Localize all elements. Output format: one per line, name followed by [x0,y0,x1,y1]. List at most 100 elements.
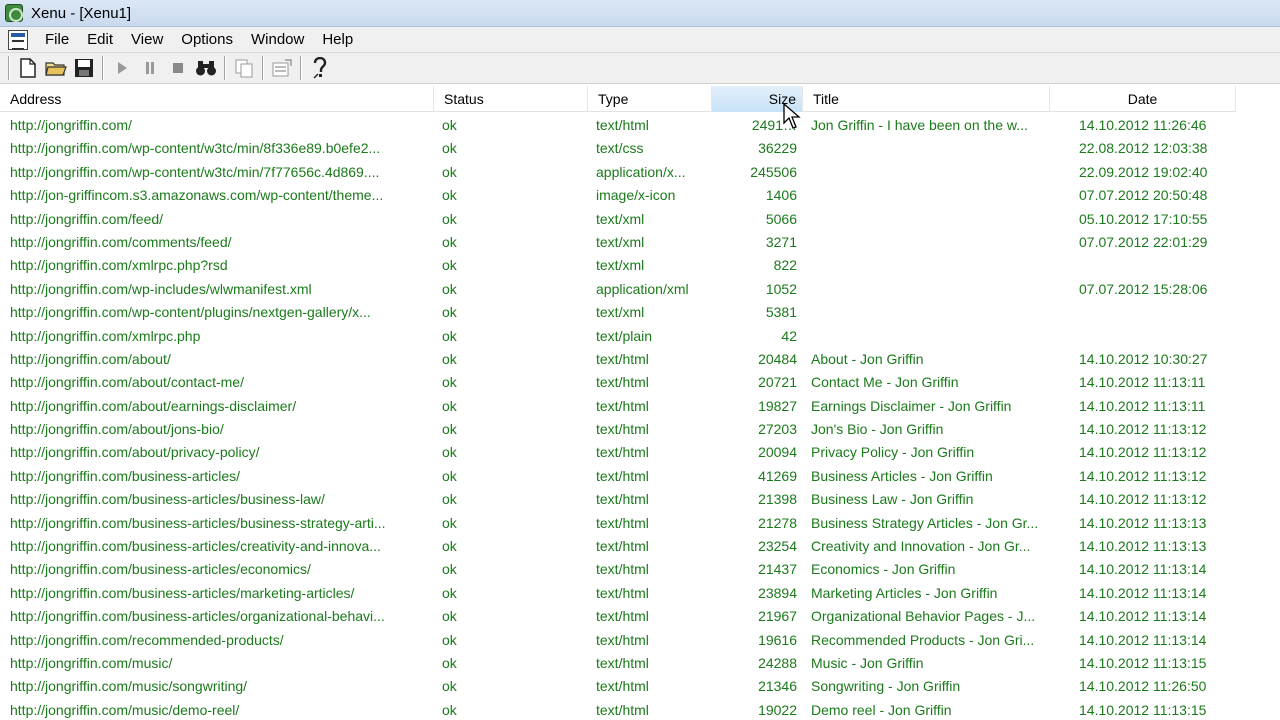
document-window-icon[interactable] [8,29,28,50]
menu-window[interactable]: Window [242,27,313,52]
table-row[interactable]: http://jongriffin.com/business-articles/… [0,535,1280,558]
cell-type: text/html [596,491,649,508]
cell-date: 07.07.2012 22:01:29 [1079,233,1208,250]
cell-address: http://jongriffin.com/wp-content/w3tc/mi… [10,163,380,180]
menu-edit[interactable]: Edit [78,27,122,52]
table-row[interactable]: http://jongriffin.com/wp-content/w3tc/mi… [0,161,1280,184]
mouse-pointer-icon [783,103,801,129]
copy-icon [235,59,253,78]
play-icon [118,62,127,74]
cell-type: text/html [596,397,649,414]
table-row[interactable]: http://jongriffin.com/about/ok text/html 2… [0,348,1280,371]
save-button[interactable] [71,55,97,81]
cell-size: 24288 [758,654,797,671]
table-row[interactable]: http://jongriffin.com/ok text/html 2491… Jo… [0,114,1280,137]
cell-date: 14.10.2012 11:13:15 [1079,701,1207,718]
table-row[interactable]: http://jongriffin.com/business-articles/… [0,605,1280,628]
find-binoculars-icon [196,61,216,76]
cell-status: ok [442,421,457,438]
cell-title [811,161,1051,184]
cell-size: 23254 [758,538,797,555]
copy-button[interactable] [231,55,257,81]
cell-address: http://jon-griffincom.s3.amazonaws.com/w… [10,187,384,204]
table-row[interactable]: http://jongriffin.com/about/privacy-poli… [0,441,1280,464]
menu-file[interactable]: File [36,27,78,52]
table-row[interactable]: http://jongriffin.com/business-articles/… [0,465,1280,488]
menu-options[interactable]: Options [172,27,242,52]
cell-size: 21437 [758,561,797,578]
table-row[interactable]: http://jongriffin.com/music/ok text/html 2… [0,652,1280,675]
cell-size: 19616 [758,631,797,648]
xenu-app-icon[interactable] [5,4,23,22]
table-row[interactable]: http://jongriffin.com/business-articles/… [0,512,1280,535]
cell-address: http://jongriffin.com/wp-content/w3tc/mi… [10,140,381,157]
table-row[interactable]: http://jongriffin.com/wp-content/w3tc/mi… [0,137,1280,160]
toolbar-separator [102,56,104,80]
column-header-status[interactable]: Status [434,86,588,112]
help-button[interactable] [307,55,333,81]
cell-status: ok [442,163,457,180]
cell-type: text/xml [596,210,645,227]
cell-date [1079,254,1229,277]
cell-status: ok [442,374,457,391]
cell-size: 41269 [758,467,797,484]
column-header-type[interactable]: Type [588,86,712,112]
cell-status: ok [442,280,457,297]
column-header-date[interactable]: Date [1050,86,1236,112]
cell-size: 822 [773,257,797,274]
start-button[interactable] [109,55,135,81]
cell-size: 245506 [750,163,797,180]
cell-title [811,208,1051,231]
find-button[interactable] [193,55,219,81]
table-row[interactable]: http://jon-griffincom.s3.amazonaws.com/w… [0,184,1280,207]
cell-size: 19022 [758,701,797,718]
stop-button[interactable] [165,55,191,81]
cell-title: Business Law - Jon Griffin [811,491,974,508]
cell-date: 07.07.2012 20:50:48 [1079,187,1208,204]
help-icon [313,57,327,79]
cell-date: 14.10.2012 11:13:15 [1079,654,1207,671]
table-row[interactable]: http://jongriffin.com/xmlrpc.php?rsd ok te… [0,254,1280,277]
table-row[interactable]: http://jongriffin.com/feed/ok text/xml 506… [0,208,1280,231]
new-document-button[interactable] [15,55,41,81]
table-row[interactable]: http://jongriffin.com/about/earnings-dis… [0,395,1280,418]
table-row[interactable]: http://jongriffin.com/business-articles/… [0,582,1280,605]
table-row[interactable]: http://jongriffin.com/wp-includes/wlwman… [0,278,1280,301]
column-header-address[interactable]: Address [0,86,434,112]
cell-title: Creativity and Innovation - Jon Gr... [811,538,1031,555]
cell-title [811,184,1051,207]
properties-button[interactable] [269,55,295,81]
cell-type: text/plain [596,327,653,344]
menu-view[interactable]: View [122,27,172,52]
cell-title: Jon's Bio - Jon Griffin [811,421,944,438]
cell-address: http://jongriffin.com/business-articles/… [10,608,385,625]
cell-date: 14.10.2012 11:26:50 [1079,678,1207,695]
toolbar-separator [300,56,302,80]
cell-date: 14.10.2012 11:13:12 [1079,491,1207,508]
table-row[interactable]: http://jongriffin.com/music/demo-reel/ok… [0,699,1280,720]
table-row[interactable]: http://jongriffin.com/wp-content/plugins… [0,301,1280,324]
cell-title [811,254,1051,277]
cell-type: text/xml [596,233,645,250]
toolbar-separator [262,56,264,80]
cell-date: 14.10.2012 11:13:14 [1079,631,1207,648]
table-row[interactable]: http://jongriffin.com/business-articles/… [0,558,1280,581]
table-row[interactable]: http://jongriffin.com/about/contact-me/o… [0,371,1280,394]
table-row[interactable]: http://jongriffin.com/music/songwriting/… [0,675,1280,698]
cell-date: 07.07.2012 15:28:06 [1079,280,1208,297]
cell-date: 14.10.2012 11:13:11 [1079,374,1206,391]
table-row[interactable]: http://jongriffin.com/about/jons-bio/ok t… [0,418,1280,441]
pause-button[interactable] [137,55,163,81]
column-header-title[interactable]: Title [803,86,1050,112]
cell-address: http://jongriffin.com/feed/ [10,210,164,227]
table-row[interactable]: http://jongriffin.com/recommended-produc… [0,629,1280,652]
cell-title [811,137,1051,160]
stop-icon [173,63,183,73]
open-button[interactable] [43,55,69,81]
cell-address: http://jongriffin.com/xmlrpc.php?rsd [10,257,228,274]
table-row[interactable]: http://jongriffin.com/business-articles/… [0,488,1280,511]
table-row[interactable]: http://jongriffin.com/comments/feed/ok te… [0,231,1280,254]
cell-size: 3271 [765,233,797,250]
table-row[interactable]: http://jongriffin.com/xmlrpc.php ok text/p… [0,325,1280,348]
menu-help[interactable]: Help [313,27,362,52]
